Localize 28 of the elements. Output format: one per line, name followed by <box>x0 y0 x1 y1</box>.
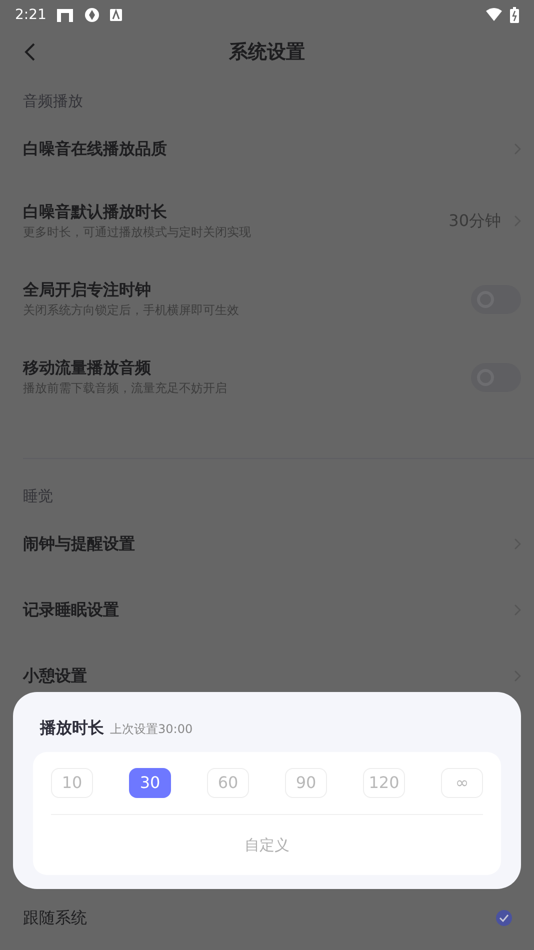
back-icon <box>24 42 36 62</box>
row-title: 移动流量播放音频 <box>23 357 152 379</box>
duration-option[interactable]: 90 <box>285 768 327 798</box>
settings-row[interactable]: 小憩设置 <box>0 643 534 709</box>
custom-button[interactable]: 自定义 <box>244 834 290 856</box>
duration-option[interactable]: 30 <box>129 768 171 798</box>
keyboard-notification-icon <box>110 9 122 21</box>
wifi-icon <box>486 8 502 22</box>
battery-icon <box>510 7 519 23</box>
row-title: 小憩设置 <box>23 665 87 687</box>
duration-option[interactable]: 10 <box>51 768 93 798</box>
row-title: 记录睡眠设置 <box>23 599 119 621</box>
duration-option[interactable]: 120 <box>363 768 405 798</box>
status-time: 2:21 <box>15 6 46 24</box>
row-title: 闹钟与提醒设置 <box>23 533 135 555</box>
dialog-hint: 上次设置30:00 <box>110 721 193 738</box>
settings-row[interactable]: 记录睡眠设置 <box>0 577 534 643</box>
page-title: 系统设置 <box>229 40 305 65</box>
row-title: 全局开启专注时钟 <box>23 279 152 301</box>
dialog-title: 播放时长 <box>40 717 104 739</box>
settings-row[interactable]: 闹钟与提醒设置 <box>0 511 534 577</box>
row-title: 白噪音默认播放时长 <box>23 201 168 223</box>
duration-option[interactable]: 60 <box>207 768 249 798</box>
row-title: 白噪音在线播放品质 <box>23 138 167 160</box>
row-title: 跟随系统 <box>23 906 87 928</box>
app-notification-icon <box>56 7 74 23</box>
duration-option[interactable]: ∞ <box>441 768 483 798</box>
settings-row[interactable]: 白噪音在线播放品质 <box>0 116 534 182</box>
